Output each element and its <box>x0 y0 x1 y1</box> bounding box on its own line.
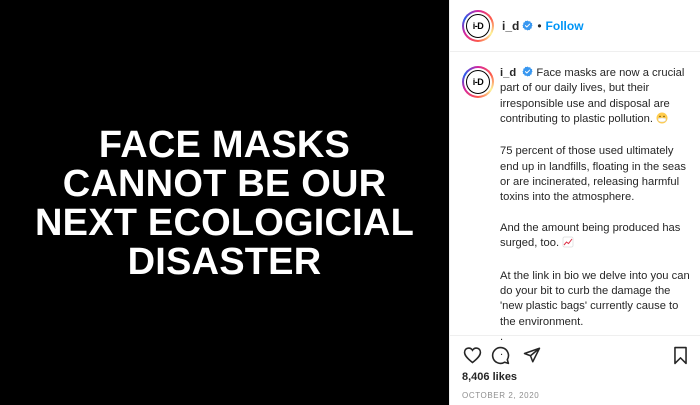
post-image[interactable]: FACE MASKS CANNOT BE OUR NEXT ECOLOGICIA… <box>0 0 449 405</box>
chart-increasing-emoji-icon <box>562 236 574 253</box>
separator-dot: • <box>537 18 542 33</box>
verified-badge-icon <box>522 66 533 77</box>
caption-text: And the amount being produced has surged… <box>500 221 681 250</box>
heart-icon[interactable] <box>462 345 482 365</box>
headline-line: CANNOT BE OUR <box>62 162 387 205</box>
divider <box>450 335 700 336</box>
caption-trail-dot: . <box>500 331 504 344</box>
caption-body: i_d Face masks are now a crucial part of… <box>500 66 694 361</box>
caption-paragraph: i_d Face masks are now a crucial part of… <box>500 66 694 129</box>
avatar-ring: i-D <box>464 68 492 96</box>
follow-button[interactable]: Follow <box>546 19 584 33</box>
verified-badge-icon <box>522 20 533 31</box>
headline-line: FACE MASKS <box>98 123 351 166</box>
share-icon[interactable] <box>522 345 542 365</box>
caption-paragraph: At the link in bio we delve into you can… <box>500 269 690 328</box>
username-link[interactable]: i_d <box>502 19 519 33</box>
avatar-logo: i-D <box>466 70 490 94</box>
avatar-ring: i-D <box>464 11 492 40</box>
caption-paragraph: And the amount being produced has surged… <box>500 221 694 254</box>
post-sidebar: i-D i_d • Follow i-D i_d Face masks are … <box>449 0 700 405</box>
avatar-logo: i-D <box>466 13 490 38</box>
bookmark-icon[interactable] <box>670 345 690 365</box>
post-date[interactable]: OCTOBER 2, 2020 <box>462 391 539 400</box>
headline-line: NEXT ECOLOGICIAL <box>35 201 414 244</box>
headline-line: DISASTER <box>127 240 322 283</box>
caption-avatar[interactable]: i-D <box>462 66 494 98</box>
avatar[interactable]: i-D <box>462 9 494 42</box>
instagram-post: FACE MASKS CANNOT BE OUR NEXT ECOLOGICIA… <box>0 0 700 405</box>
post-header: i-D i_d • Follow <box>450 0 700 52</box>
likes-count[interactable]: 8,406 likes <box>462 371 517 383</box>
action-bar <box>462 345 690 365</box>
caption-paragraph: 75 percent of those used ultimately end … <box>500 145 686 204</box>
post-caption: i-D i_d Face masks are now a crucial par… <box>462 66 694 361</box>
caption-username-link[interactable]: i_d <box>500 67 516 79</box>
comment-icon[interactable] <box>490 345 510 365</box>
mask-face-emoji-icon <box>656 112 668 129</box>
post-image-headline: FACE MASKS CANNOT BE OUR NEXT ECOLOGICIA… <box>35 124 414 282</box>
